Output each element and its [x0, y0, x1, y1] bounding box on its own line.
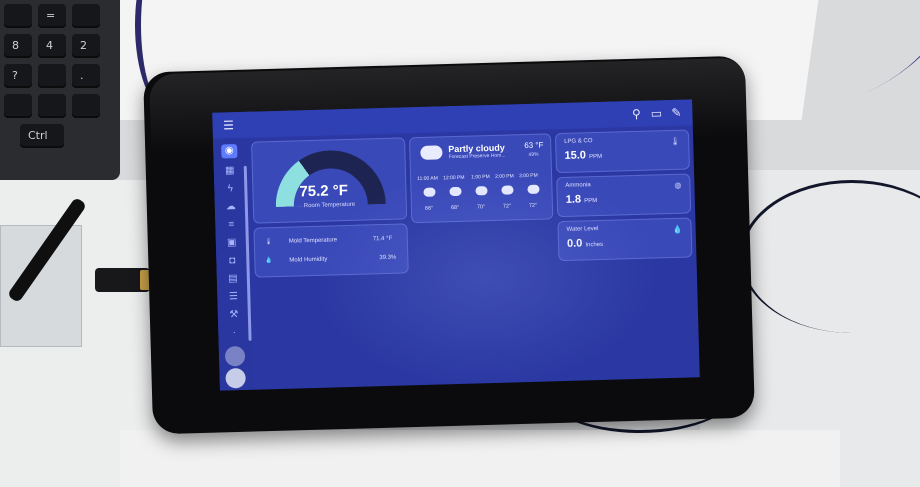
sensor-value: 15.0 PPM: [564, 149, 602, 162]
droplet-icon: 💧: [672, 224, 683, 234]
forecast-temp: 72°: [502, 203, 512, 210]
sensor-unit: PPM: [589, 153, 603, 161]
bolt-icon[interactable]: ϟ: [222, 182, 238, 196]
eye-icon[interactable]: ◉: [221, 144, 238, 159]
sensor-title: LPG & CO: [564, 138, 593, 145]
droplet-icon: 💧: [265, 258, 273, 265]
wrench-icon[interactable]: ⚒: [226, 308, 242, 322]
image-icon[interactable]: ▣: [224, 236, 240, 250]
box-base-panel: [120, 430, 840, 487]
menu-icon[interactable]: ☰: [220, 117, 236, 133]
keyboard-key: [72, 94, 100, 118]
avatar[interactable]: [224, 345, 246, 367]
keyboard: = 8 4 2 ? . Ctrl: [0, 0, 120, 180]
weather-humidity: 49%: [528, 151, 539, 158]
keyboard-key: [38, 94, 66, 118]
sensor-number: 0.0: [566, 237, 583, 250]
keyboard-key: [4, 4, 32, 28]
search-icon[interactable]: ⚲: [628, 106, 644, 122]
keyboard-key-ctrl: Ctrl: [20, 124, 64, 148]
forecast-cloud-icon: [475, 186, 488, 196]
photo-scene: = 8 4 2 ? . Ctrl ☰ ⚲ ▭ ✎ ◉ ▦ ϟ ☁ ≡ ▣ ◘ ▤…: [0, 0, 920, 487]
keyboard-key: [38, 64, 66, 88]
water-level-card[interactable]: Water Level 0.0 Inches 💧: [557, 217, 693, 262]
weather-card[interactable]: Partly cloudy Forecast Preserve Hom... 6…: [408, 133, 554, 224]
sensor-unit: PPM: [584, 198, 598, 205]
forecast-cloud-icon: [501, 185, 514, 195]
mold-humidity-label: Mold Humidity: [289, 256, 328, 264]
sidebar: ◉ ▦ ϟ ☁ ≡ ▣ ◘ ▤ ☰ ⚒ ·: [212, 137, 254, 391]
forecast-time: 2:00 PM: [495, 173, 514, 180]
camera-icon[interactable]: ◘: [224, 254, 240, 268]
forecast-time: 12:00 PM: [443, 174, 465, 182]
calendar-icon[interactable]: ▤: [225, 272, 241, 286]
thermometer-icon: 🌡: [669, 136, 681, 146]
partly-cloudy-icon: [420, 145, 443, 160]
keyboard-key: 4: [38, 34, 66, 58]
keyboard-key: [4, 94, 32, 118]
sensor-value: 1.8 PPM: [565, 193, 598, 206]
forecast-cloud-icon: [449, 186, 462, 197]
sensor-unit: Inches: [585, 241, 604, 249]
forecast-temp: 66°: [424, 205, 434, 212]
notes-icon[interactable]: ☰: [225, 290, 241, 304]
mold-temperature-label: Mold Temperature: [288, 237, 338, 245]
room-temperature-value: 75.2 °F: [299, 181, 349, 201]
keyboard-key: 2: [72, 34, 100, 58]
mold-temperature-value: 71.4 °F: [372, 235, 393, 243]
sensor-title: Water Level: [566, 226, 599, 233]
gauge-icon: ◍: [674, 180, 682, 190]
lpg-co-card[interactable]: LPG & CO 15.0 PPM 🌡: [554, 129, 690, 174]
avatar[interactable]: [225, 367, 246, 389]
thermostat-card[interactable]: 75.2 °F Room Temperature: [251, 137, 408, 224]
sensor-value: 0.0 Inches: [566, 237, 604, 250]
dots-icon[interactable]: ·: [226, 326, 242, 340]
keyboard-key: =: [38, 4, 66, 28]
sensor-number: 15.0: [564, 149, 587, 162]
forecast-time: 1:00 PM: [471, 174, 490, 181]
sensor-title: Ammonia: [565, 182, 591, 189]
forecast-cloud-icon: [423, 187, 436, 197]
sensor-number: 1.8: [565, 193, 582, 206]
weather-temperature: 63 °F: [524, 140, 544, 151]
forecast-cloud-icon: [527, 184, 540, 194]
sidebar-scrollbar[interactable]: [243, 165, 252, 341]
mold-humidity-value: 39.3%: [379, 254, 397, 262]
mold-card[interactable]: 🌡 Mold Temperature 71.4 °F 💧 Mold Humidi…: [253, 223, 409, 278]
room-temperature-label: Room Temperature: [303, 201, 356, 210]
keyboard-key: .: [72, 64, 100, 88]
weather-icon[interactable]: ☁: [223, 200, 239, 214]
touchscreen: ☰ ⚲ ▭ ✎ ◉ ▦ ϟ ☁ ≡ ▣ ◘ ▤ ☰ ⚒ · 75.2 °F Ro…: [212, 99, 700, 391]
thermometer-icon: 🌡: [264, 239, 273, 246]
ammonia-card[interactable]: Ammonia 1.8 PPM ◍: [556, 173, 692, 218]
edit-icon[interactable]: ✎: [668, 105, 684, 121]
list-icon[interactable]: ≡: [223, 218, 239, 232]
forecast-time: 3:00 PM: [519, 172, 538, 180]
weather-subtitle: Forecast Preserve Hom...: [448, 152, 506, 161]
grid-icon[interactable]: ▦: [222, 164, 238, 178]
forecast-temp: 70°: [476, 204, 486, 211]
keyboard-key: 8: [4, 34, 32, 58]
forecast-temp: 68°: [450, 204, 460, 212]
forecast-time: 11:00 AM: [417, 175, 438, 183]
chat-icon[interactable]: ▭: [648, 105, 664, 121]
keyboard-key: ?: [4, 64, 32, 88]
forecast-temp: 72°: [528, 202, 538, 209]
keyboard-key: [72, 4, 100, 28]
